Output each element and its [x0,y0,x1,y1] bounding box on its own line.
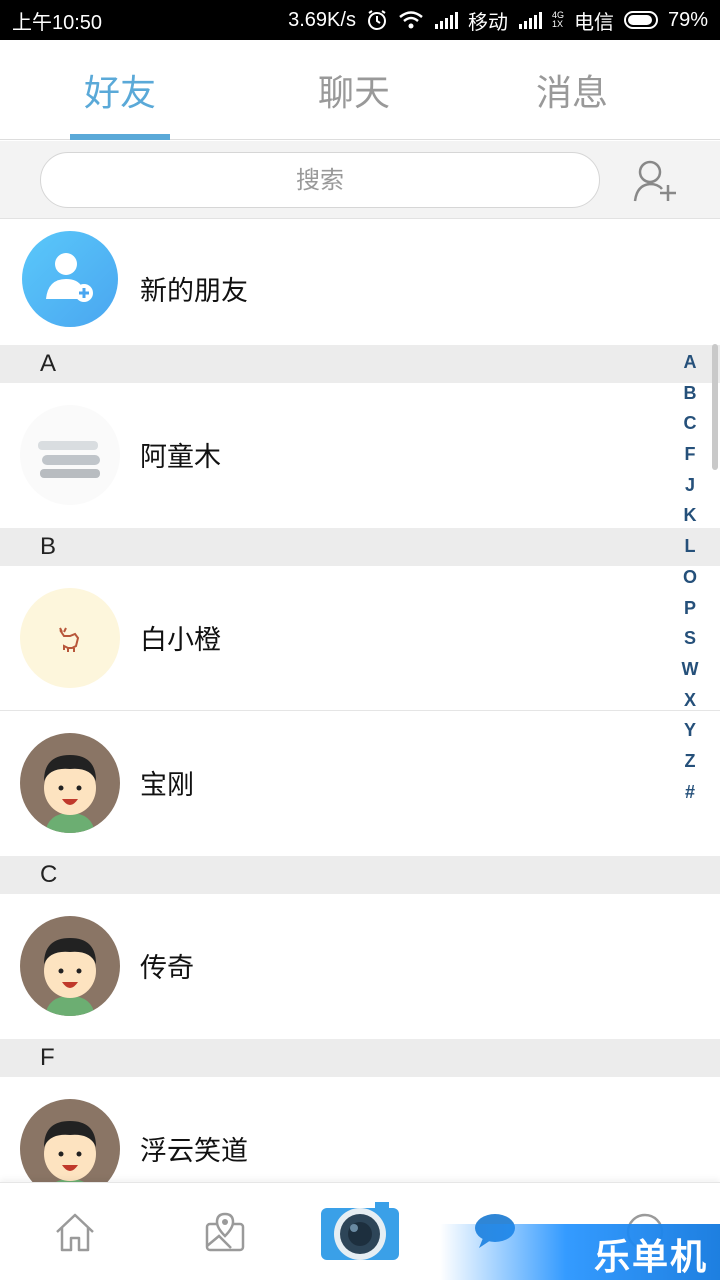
avatar [20,916,120,1016]
new-friend-label: 新的朋友 [140,276,248,307]
avatar [20,405,120,505]
carrier-1: 移动 [467,11,508,34]
search-input[interactable]: 搜索 [40,152,600,208]
index-letter[interactable]: A [672,352,708,383]
scrollbar[interactable] [712,344,718,470]
alarm-icon [366,9,388,31]
contact-name: 传奇 [140,953,194,984]
index-letter[interactable]: B [672,383,708,414]
contact-name: 白小橙 [140,625,221,656]
new-friends-row[interactable]: 新的朋友 [0,219,710,345]
contact-row[interactable]: 传奇 [0,894,710,1038]
contact-name: 阿童木 [140,442,221,473]
avatar [20,733,120,833]
status-bar: 上午10:50 3.69K/s 移动 4G 1X 电信 79% [0,0,720,40]
section-header-f: F [0,1039,720,1077]
battery-icon [623,11,658,29]
wifi-icon [398,10,424,30]
contact-row[interactable]: 白小橙 [0,566,710,710]
index-letter[interactable]: K [672,505,708,536]
contact-name: 浮云笑道 [140,1136,248,1167]
index-letter[interactable]: Y [672,720,708,751]
watermark-logo: 乐单机 [440,1224,720,1280]
carrier-2: 电信 [573,11,614,34]
tab-friends[interactable]: 好友 [50,64,190,116]
home-icon[interactable] [40,1183,110,1280]
index-letter[interactable]: W [672,659,708,690]
signal-icon [434,11,458,29]
index-letter[interactable]: O [672,567,708,598]
index-letter[interactable]: F [672,444,708,475]
section-header-a: A [0,345,720,383]
contact-name: 宝刚 [140,770,194,801]
index-letter[interactable]: C [672,413,708,444]
signal-icon [518,11,542,29]
section-header-b: B [0,528,720,566]
new-friend-icon [22,231,118,327]
status-time: 上午10:50 [12,11,103,34]
index-letter[interactable]: L [672,536,708,567]
battery-level: 79% [667,8,708,31]
tab-indicator [70,134,170,140]
search-bar: 搜索 [0,141,720,219]
index-letter[interactable]: J [672,475,708,506]
avatar [20,588,120,688]
contact-row[interactable]: 阿童木 [0,383,710,527]
section-header-c: C [0,856,720,894]
alphabet-index[interactable]: A B C F J K L O P S W X Y Z # [672,352,708,812]
tab-messages[interactable]: 消息 [502,64,642,116]
map-icon[interactable] [190,1183,260,1280]
index-letter[interactable]: X [672,690,708,721]
camera-icon[interactable] [318,1183,402,1280]
index-letter[interactable]: S [672,628,708,659]
contact-row[interactable]: 浮云笑道 [0,1077,710,1182]
index-letter[interactable]: P [672,598,708,629]
tab-chat[interactable]: 聊天 [284,64,424,116]
index-letter[interactable]: Z [672,751,708,782]
network-type: 4G 1X [551,10,564,29]
contact-row[interactable]: 宝刚 [0,711,710,855]
network-speed: 3.69K/s [288,8,356,31]
add-friend-icon[interactable] [632,159,678,203]
index-letter[interactable]: # [672,782,708,813]
tab-bar: 好友 聊天 消息 [0,40,720,140]
avatar [20,1099,120,1182]
